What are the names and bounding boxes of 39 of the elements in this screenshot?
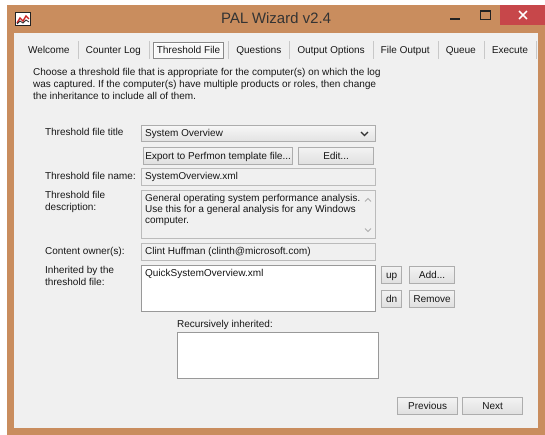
field-label: Recursively inherited: xyxy=(177,319,274,332)
owner-field[interactable]: Clint Huffman (clinth@microsoft.com) xyxy=(141,243,376,261)
field-label: Threshold file description: xyxy=(45,190,106,214)
tab[interactable]: File Output xyxy=(376,42,434,58)
tab[interactable]: Execute xyxy=(488,42,532,58)
close-icon xyxy=(518,10,528,20)
field-label: Threshold file name: xyxy=(45,170,137,183)
instructions-text: Choose a threshold file that is appropriate for the computer(s) on which the log was captured. If the computer(s) have multiple products or roles, then change the inheritance to include all of them. xyxy=(33,67,382,103)
list-item[interactable]: QuickSystemOverview.xml xyxy=(145,268,372,279)
nav-button[interactable]: Previous xyxy=(397,397,458,415)
tab[interactable]: Welcome xyxy=(24,42,74,58)
threshold-title-dropdown[interactable]: System Overview xyxy=(141,125,376,142)
tab[interactable]: Threshold File xyxy=(152,42,224,58)
chevron-down-icon xyxy=(360,130,369,136)
minimize-icon xyxy=(450,18,460,20)
field-label: Inherited by the threshold file: xyxy=(45,265,115,289)
scroll-down-icon xyxy=(364,228,372,233)
inherited-list[interactable]: QuickSystemOverview.xml xyxy=(141,265,376,312)
file-name-field[interactable]: SystemOverview.xml xyxy=(141,168,376,186)
move-up-button[interactable]: up xyxy=(381,266,402,284)
tab[interactable]: Queue xyxy=(442,42,480,58)
description-field[interactable]: General operating system performance analysis. Use this for a general analysis for any Windows computer. xyxy=(141,190,376,239)
chart-icon xyxy=(15,12,31,26)
tab[interactable]: Questions xyxy=(232,42,286,58)
add-button[interactable]: Add... xyxy=(409,266,455,284)
remove-button[interactable]: Remove xyxy=(409,290,455,308)
close-button[interactable] xyxy=(500,5,545,25)
window-title: PAL Wizard v2.4 xyxy=(220,10,332,27)
tab[interactable]: Counter Log xyxy=(82,42,145,58)
edit-button[interactable]: Edit... xyxy=(298,147,374,165)
scroll-up-icon xyxy=(364,197,372,202)
nav-button[interactable]: Next xyxy=(462,397,523,415)
move-down-button[interactable]: dn xyxy=(381,290,402,308)
field-label: Threshold file title xyxy=(45,126,124,139)
tab[interactable]: Output Options xyxy=(293,42,369,58)
maximize-icon xyxy=(480,10,490,20)
field-label: Content owner(s): xyxy=(45,245,126,258)
export-button[interactable]: Export to Perfmon template file... xyxy=(143,147,293,165)
recursive-list[interactable] xyxy=(177,332,379,379)
